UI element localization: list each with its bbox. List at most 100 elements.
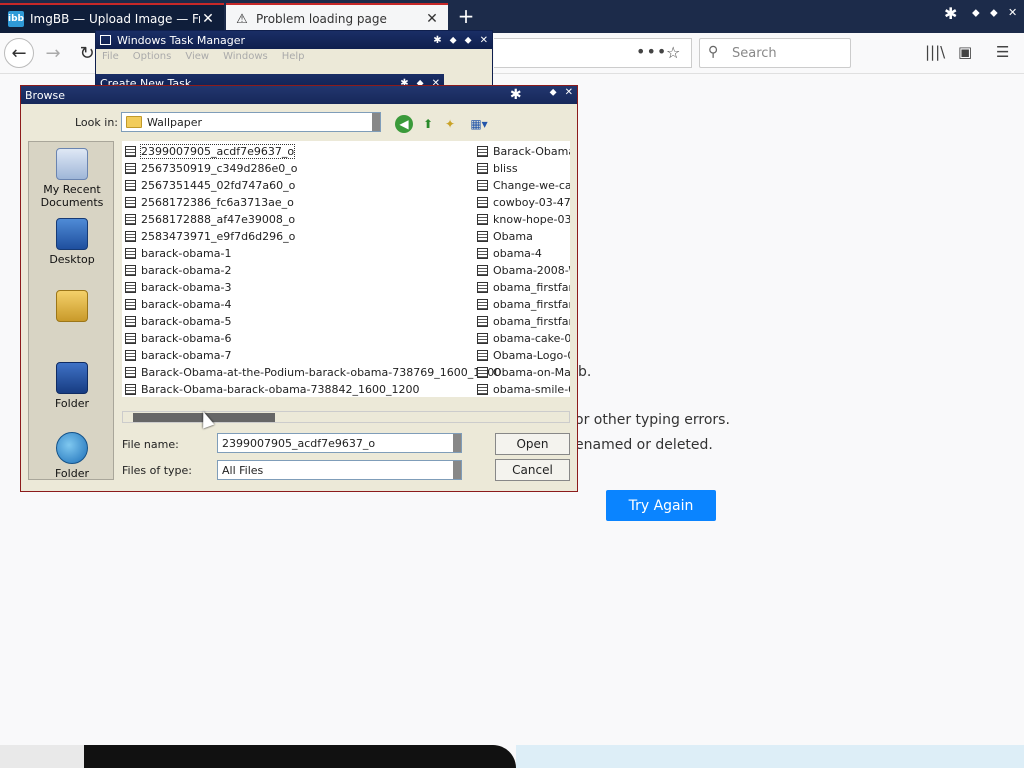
minimize-icon[interactable]: ⬥ bbox=[972, 6, 980, 20]
image-file-icon bbox=[125, 197, 136, 208]
url-bar[interactable]: ••• ☆ bbox=[494, 38, 692, 68]
file-list[interactable]: 2399007905_acdf7e9637_o 2567350919_c349d2… bbox=[122, 141, 570, 397]
file-item[interactable]: barack-obama-4 bbox=[122, 296, 462, 313]
help-icon[interactable]: ⬥ bbox=[550, 87, 557, 103]
image-file-icon bbox=[125, 180, 136, 191]
menu-item-options[interactable]: Options bbox=[133, 51, 172, 64]
file-item[interactable]: barack-obama-6 bbox=[122, 330, 462, 347]
file-item[interactable]: 2568172386_fc6a3713ae_o bbox=[122, 194, 462, 211]
minimize-icon[interactable]: ⬥ bbox=[450, 35, 457, 46]
file-item[interactable]: obama_firstfami bbox=[474, 279, 570, 296]
back-icon[interactable]: ◀ bbox=[395, 115, 413, 133]
file-item[interactable]: barack-obama-1 bbox=[122, 245, 462, 262]
back-button[interactable]: ← bbox=[4, 38, 34, 68]
try-again-button[interactable]: Try Again bbox=[606, 490, 716, 521]
place-label: My Recent Documents bbox=[40, 183, 104, 209]
file-item[interactable]: 2583473971_e9f7d6d296_o bbox=[122, 228, 462, 245]
close-icon[interactable]: ✕ bbox=[480, 35, 488, 46]
files-of-type-value: All Files bbox=[222, 463, 264, 477]
image-file-icon bbox=[125, 146, 136, 157]
look-in-select[interactable]: Wallpaper bbox=[121, 112, 381, 132]
screen: ibb ImgBB — Upload Image — Free Im ✕ ⚠ P… bbox=[0, 0, 1024, 768]
file-item[interactable]: obama_firstfami bbox=[474, 296, 570, 313]
chevron-down-icon[interactable] bbox=[453, 434, 461, 452]
file-item[interactable]: cowboy-03-478 bbox=[474, 194, 570, 211]
search-placeholder: Search bbox=[732, 46, 777, 61]
close-icon[interactable]: ✕ bbox=[424, 11, 440, 27]
forward-button[interactable]: → bbox=[38, 38, 68, 68]
file-item[interactable]: obama-cake-03- bbox=[474, 330, 570, 347]
task-manager-titlebar: Windows Task Manager ✱ ⬥ ⬥ ✕ bbox=[96, 31, 492, 49]
file-item[interactable]: obama-4 bbox=[474, 245, 570, 262]
place-network[interactable]: Folder bbox=[29, 432, 115, 480]
menu-item-help[interactable]: Help bbox=[282, 51, 305, 64]
place-label: Folder bbox=[55, 397, 89, 410]
open-button[interactable]: Open bbox=[495, 433, 570, 455]
horizontal-scrollbar[interactable] bbox=[122, 411, 570, 423]
file-item[interactable]: barack-obama-3 bbox=[122, 279, 462, 296]
file-item[interactable]: barack-obama-5 bbox=[122, 313, 462, 330]
file-name: obama_firstfami bbox=[493, 315, 570, 328]
file-item[interactable]: Change-we-can bbox=[474, 177, 570, 194]
file-item[interactable]: 2567350919_c349d286e0_o bbox=[122, 160, 462, 177]
file-item[interactable]: obama_firstfami bbox=[474, 313, 570, 330]
menu-item-file[interactable]: File bbox=[102, 51, 119, 64]
file-item[interactable]: know-hope-03-3 bbox=[474, 211, 570, 228]
file-item[interactable]: 2568172888_af47e39008_o bbox=[122, 211, 462, 228]
file-item[interactable]: barack-obama-7 bbox=[122, 347, 462, 364]
place-recent-documents[interactable]: My Recent Documents bbox=[29, 148, 115, 209]
place-computer[interactable]: Folder bbox=[29, 362, 115, 410]
file-name: Obama-on-Mac- bbox=[493, 366, 570, 379]
file-name: Obama-Logo-02 bbox=[493, 349, 570, 362]
cancel-button[interactable]: Cancel bbox=[495, 459, 570, 481]
chevron-down-icon[interactable] bbox=[372, 113, 380, 131]
library-icon[interactable]: |||\ bbox=[925, 43, 945, 61]
file-item[interactable]: Barack-Obama-at-the-Podium-barack-obama-… bbox=[122, 364, 501, 381]
page-actions-icon[interactable]: ••• bbox=[636, 42, 667, 61]
bookmark-star-icon[interactable]: ☆ bbox=[666, 43, 680, 62]
search-input[interactable]: ⚲ Search bbox=[699, 38, 851, 68]
maximize-icon[interactable]: ⬥ bbox=[465, 35, 472, 46]
warning-icon: ⚠ bbox=[236, 11, 248, 27]
tab-imgbb[interactable]: ibb ImgBB — Upload Image — Free Im ✕ bbox=[0, 3, 224, 33]
place-user-folder[interactable] bbox=[29, 290, 115, 325]
file-item[interactable]: Obama bbox=[474, 228, 570, 245]
file-item[interactable]: obama-smile-02 bbox=[474, 381, 570, 397]
menu-icon[interactable]: ☰ bbox=[996, 43, 1009, 61]
chevron-down-icon[interactable] bbox=[453, 461, 461, 479]
menu-item-view[interactable]: View bbox=[185, 51, 209, 64]
file-name-input[interactable]: 2399007905_acdf7e9637_o bbox=[217, 433, 462, 453]
file-name: 2583473971_e9f7d6d296_o bbox=[141, 230, 296, 243]
file-item[interactable]: Obama-2008-W bbox=[474, 262, 570, 279]
file-column: 2399007905_acdf7e9637_o 2567350919_c349d2… bbox=[122, 143, 501, 397]
close-window-icon[interactable]: ✕ bbox=[1008, 6, 1017, 19]
file-item[interactable]: Obama-on-Mac- bbox=[474, 364, 570, 381]
file-item[interactable]: 2399007905_acdf7e9637_o bbox=[122, 143, 462, 160]
file-item[interactable]: bliss bbox=[474, 160, 570, 177]
search-icon: ⚲ bbox=[708, 44, 719, 60]
image-file-icon bbox=[477, 163, 488, 174]
close-icon[interactable]: ✕ bbox=[200, 11, 216, 27]
file-item[interactable]: barack-obama-2 bbox=[122, 262, 462, 279]
error-text-line: enamed or deleted. bbox=[575, 437, 713, 453]
up-folder-icon[interactable]: ⬆ bbox=[419, 115, 437, 133]
files-of-type-select[interactable]: All Files bbox=[217, 460, 462, 480]
file-item[interactable]: Barack-Obama-barack-obama-738842_1600_12… bbox=[122, 381, 462, 397]
image-file-icon bbox=[125, 333, 136, 344]
view-menu-icon[interactable]: ▦▾ bbox=[467, 115, 491, 133]
sidebar-icon[interactable]: ▣ bbox=[958, 43, 972, 61]
image-file-icon bbox=[477, 350, 488, 361]
tab-problem-loading[interactable]: ⚠ Problem loading page ✕ bbox=[226, 3, 448, 33]
maximize-icon[interactable]: ⬥ bbox=[990, 6, 998, 20]
file-item[interactable]: 2567351445_02fd747a60_o bbox=[122, 177, 462, 194]
place-desktop[interactable]: Desktop bbox=[29, 218, 115, 266]
look-in-label: Look in: bbox=[75, 116, 118, 129]
close-icon[interactable]: ✕ bbox=[565, 87, 573, 103]
file-item[interactable]: Barack-Obama-C bbox=[474, 143, 570, 160]
new-folder-icon[interactable]: ✦ bbox=[441, 115, 459, 133]
file-item[interactable]: Obama-Logo-02 bbox=[474, 347, 570, 364]
file-name: obama-cake-03- bbox=[493, 332, 570, 345]
star-icon: ✱ bbox=[944, 4, 958, 23]
new-tab-button[interactable]: + bbox=[454, 4, 478, 28]
menu-item-windows[interactable]: Windows bbox=[223, 51, 268, 64]
